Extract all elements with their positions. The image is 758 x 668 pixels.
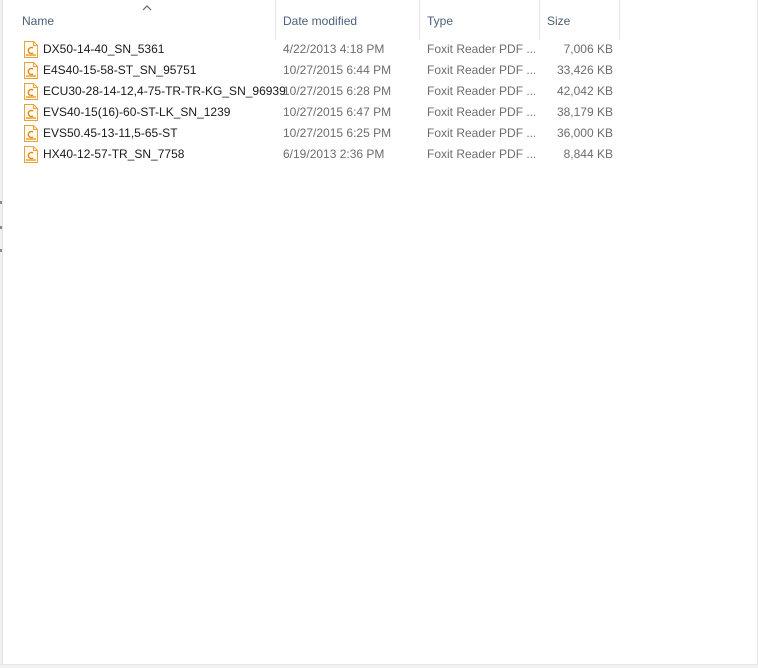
file-size: 42,042 KB xyxy=(556,84,613,98)
file-size: 8,844 KB xyxy=(563,147,613,161)
file-type: Foxit Reader PDF ... xyxy=(427,147,535,161)
pane-edge-mark xyxy=(0,201,2,204)
foxit-pdf-icon xyxy=(24,104,38,121)
navigation-pane-edge[interactable] xyxy=(0,0,3,668)
pane-edge-mark xyxy=(0,226,2,229)
file-date-modified: 10/27/2015 6:28 PM xyxy=(283,84,392,98)
column-header-size[interactable]: Size xyxy=(540,0,620,39)
file-size: 7,006 KB xyxy=(563,42,613,56)
file-size: 33,426 KB xyxy=(556,63,613,77)
file-row[interactable]: E4S40-15-58-ST_SN_95751 10/27/2015 6:44 … xyxy=(22,60,620,81)
file-name: EVS40-15(16)-60-ST-LK_SN_1239 xyxy=(43,105,231,119)
file-row[interactable]: ECU30-28-14-12,4-75-TR-TR-KG_SN_96939 10… xyxy=(22,81,620,102)
column-header-name[interactable]: Name xyxy=(15,0,276,39)
file-type: Foxit Reader PDF ... xyxy=(427,63,535,77)
file-size: 36,000 KB xyxy=(556,126,613,140)
column-header-date-modified[interactable]: Date modified xyxy=(276,0,420,39)
file-name: DX50-14-40_SN_5361 xyxy=(43,42,165,56)
file-date-modified: 10/27/2015 6:47 PM xyxy=(283,105,392,119)
file-date-modified: 4/22/2013 4:18 PM xyxy=(283,42,385,56)
file-date-modified: 10/27/2015 6:25 PM xyxy=(283,126,392,140)
file-name: E4S40-15-58-ST_SN_95751 xyxy=(43,63,197,77)
file-type: Foxit Reader PDF ... xyxy=(427,42,535,56)
foxit-pdf-icon xyxy=(24,146,38,163)
file-type: Foxit Reader PDF ... xyxy=(427,84,535,98)
file-name: HX40-12-57-TR_SN_7758 xyxy=(43,147,185,161)
column-header-type[interactable]: Type xyxy=(420,0,540,39)
pane-edge-mark xyxy=(0,249,2,252)
file-name: EVS50.45-13-11,5-65-ST xyxy=(43,126,178,140)
foxit-pdf-icon xyxy=(24,125,38,142)
file-size: 38,179 KB xyxy=(556,105,613,119)
file-date-modified: 10/27/2015 6:44 PM xyxy=(283,63,392,77)
file-type: Foxit Reader PDF ... xyxy=(427,105,535,119)
file-row[interactable]: EVS50.45-13-11,5-65-ST 10/27/2015 6:25 P… xyxy=(22,123,620,144)
file-date-modified: 6/19/2013 2:36 PM xyxy=(283,147,385,161)
window-bottom-edge xyxy=(0,664,758,668)
file-row[interactable]: DX50-14-40_SN_5361 4/22/2013 4:18 PM Fox… xyxy=(22,39,620,60)
file-row[interactable]: EVS40-15(16)-60-ST-LK_SN_1239 10/27/2015… xyxy=(22,102,620,123)
file-row[interactable]: HX40-12-57-TR_SN_7758 6/19/2013 2:36 PM … xyxy=(22,144,620,165)
column-header-row: Name Date modified Type Size xyxy=(3,0,620,39)
foxit-pdf-icon xyxy=(24,41,38,58)
foxit-pdf-icon xyxy=(24,62,38,79)
file-name: ECU30-28-14-12,4-75-TR-TR-KG_SN_96939 xyxy=(43,84,286,98)
foxit-pdf-icon xyxy=(24,83,38,100)
file-type: Foxit Reader PDF ... xyxy=(427,126,535,140)
